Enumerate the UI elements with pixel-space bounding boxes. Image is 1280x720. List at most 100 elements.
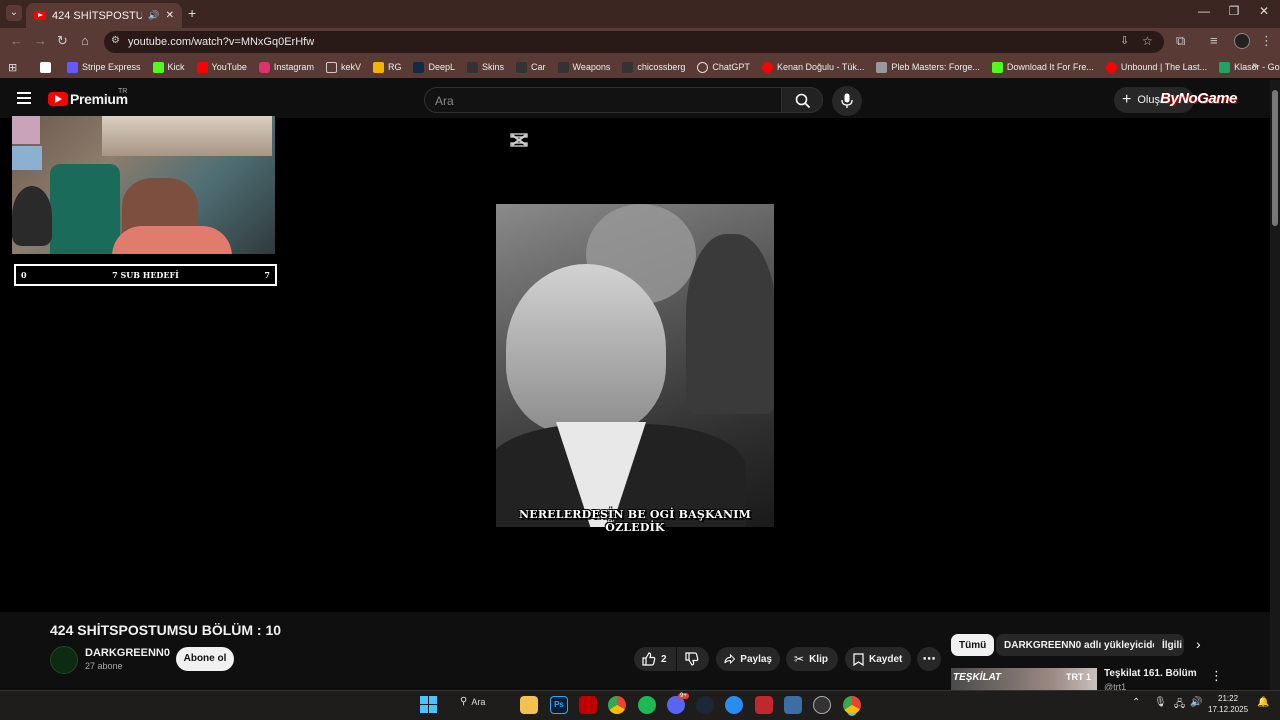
folder-icon [325, 61, 337, 73]
bookmark-item[interactable] [34, 61, 61, 73]
home-icon[interactable]: ⌂ [81, 33, 89, 48]
car-icon [516, 61, 528, 73]
bookmark-item[interactable]: DeepL [407, 61, 461, 73]
search-button[interactable] [781, 87, 823, 113]
extensions-icon[interactable]: ⧉ [1176, 33, 1185, 49]
reload-icon[interactable]: ↻ [57, 33, 68, 49]
voice-search-button[interactable] [832, 86, 862, 116]
bookmark-item[interactable]: Stripe Express [61, 61, 147, 73]
bookmark-item[interactable]: Instagram [253, 61, 320, 73]
bookmark-item[interactable]: Kenan Doğulu - Tük... [756, 61, 870, 73]
tab-active[interactable]: 424 SHİTSPOSTUMSU BÖLÜ 🔊 ✕ [26, 3, 182, 28]
search-icon: ⚲ [460, 696, 468, 707]
microphone-tray-icon[interactable]: 🎙 [1154, 697, 1167, 708]
photoshop-icon[interactable]: Ps [550, 696, 568, 714]
video-caption: NERELERDESİN BE OGİ BAŞKANIM ÖZLEDİK [519, 508, 751, 534]
reading-list-icon[interactable]: ≡ [1210, 33, 1218, 48]
recommendation-title[interactable]: Teşkilat 161. Bölüm [1104, 668, 1197, 679]
bookmark-item[interactable]: Kick [147, 61, 191, 73]
thumbnail-text: TEŞKİLAT [953, 672, 1002, 683]
dislike-button[interactable] [677, 647, 709, 671]
video-frame [496, 204, 774, 527]
bookmark-item[interactable]: RG [367, 61, 408, 73]
taskbar-search-label: Ara [471, 696, 486, 707]
minimize-button[interactable]: — [1194, 4, 1214, 18]
spotify-icon[interactable] [638, 696, 656, 714]
bookmark-star-icon[interactable]: ☆ [1142, 34, 1153, 48]
url-text: youtube.com/watch?v=MNxGq0ErHfw [128, 36, 315, 48]
tab-title: 424 SHİTSPOSTUMSU BÖLÜ [52, 9, 143, 22]
bookmark-item[interactable]: Klasör - Google Drive [1213, 61, 1280, 73]
app-blue-icon[interactable] [784, 696, 802, 714]
save-label: Kaydet [869, 653, 903, 665]
chip-all[interactable]: Tümü [951, 634, 995, 656]
new-tab-button[interactable]: + [188, 5, 196, 21]
youtube-logo-icon[interactable] [48, 92, 68, 106]
apps-grid-icon[interactable]: ⊞ [8, 61, 17, 74]
bookmark-item[interactable]: chicossberg [616, 61, 691, 73]
back-icon[interactable]: ← [10, 33, 23, 48]
install-app-icon[interactable]: ⇩ [1120, 34, 1129, 47]
audio-playing-icon[interactable]: 🔊 [148, 10, 159, 21]
search-input[interactable]: Ara [424, 87, 782, 113]
share-button[interactable]: Paylaş [716, 647, 780, 671]
more-bookmarks-icon[interactable]: » [1252, 60, 1258, 72]
steam-icon[interactable] [696, 696, 714, 714]
like-count: 2 [661, 653, 667, 665]
close-window-button[interactable]: ✕ [1254, 4, 1274, 18]
more-actions-icon[interactable]: ⋯ [917, 647, 941, 671]
recommendation-menu-icon[interactable]: ⋮ [1210, 668, 1223, 684]
background-person-image [686, 234, 774, 414]
recommendation-thumbnail[interactable]: TEŞKİLAT TRT 1 [951, 668, 1097, 690]
tab-search-button[interactable]: ⌄ [6, 5, 22, 21]
subscribe-button[interactable]: Abone ol [176, 647, 234, 671]
save-button[interactable]: Kaydet [845, 647, 911, 671]
windows-start-icon[interactable] [420, 696, 437, 713]
youtube-icon [761, 61, 773, 73]
channel-avatar[interactable] [50, 646, 78, 674]
scrollbar-thumb[interactable] [1272, 90, 1278, 226]
profile-avatar[interactable] [1234, 33, 1250, 49]
chevron-right-icon[interactable]: › [1196, 636, 1201, 652]
tray-overflow-icon[interactable]: ⌃ [1132, 697, 1140, 708]
url-bar[interactable]: ⚙ youtube.com/watch?v=MNxGq0ErHfw ⇩ ☆ [104, 31, 1164, 53]
chip-from-uploader[interactable]: DARKGREENN0 adlı yükleyiciden [996, 634, 1173, 656]
clock-date: 17.12.2025 [1208, 705, 1249, 714]
menu-kebab-icon[interactable]: ⋮ [1260, 33, 1273, 49]
p-icon [40, 61, 51, 73]
filezilla-icon[interactable] [579, 696, 597, 714]
bookmark-item[interactable]: Download It For Fre... [986, 61, 1100, 73]
app-red-icon[interactable] [755, 696, 773, 714]
obs-icon[interactable] [813, 696, 831, 714]
like-button[interactable]: 2 [634, 647, 676, 671]
clip-button[interactable]: ✂ Klip [786, 647, 838, 671]
channel-name[interactable]: DARKGREENN0 [85, 647, 170, 659]
forward-icon[interactable]: → [34, 33, 47, 48]
poster-image [12, 146, 42, 170]
taskbar-search[interactable]: ⚲ Ara [460, 696, 485, 707]
rg-icon [372, 61, 384, 73]
file-explorer-icon[interactable] [520, 696, 538, 714]
bookmark-item[interactable]: kekV [320, 61, 367, 73]
network-icon[interactable]: 🖧 [1174, 697, 1185, 714]
bookmarks-bar: ⊞ Stripe Express Kick YouTube Instagram … [0, 56, 1280, 78]
hamburger-menu-icon[interactable] [17, 92, 31, 94]
bookmark-item[interactable]: Pleb Masters: Forge... [870, 61, 986, 73]
chrome-icon[interactable] [608, 696, 626, 714]
app-c-icon[interactable] [725, 696, 743, 714]
thumbs-down-icon [685, 652, 699, 666]
bookmark-item[interactable]: YouTube [191, 61, 253, 73]
restore-button[interactable]: ❐ [1224, 4, 1244, 18]
tab-close-icon[interactable]: ✕ [166, 10, 174, 21]
site-info-icon[interactable]: ⚙ [111, 35, 120, 46]
chrome-active-icon[interactable] [843, 696, 861, 714]
bookmark-item[interactable]: ChatGPT [691, 61, 756, 73]
notification-icon[interactable]: 🔔 [1257, 697, 1269, 708]
chip-related[interactable]: İlgili [1154, 634, 1184, 656]
volume-icon[interactable]: 🔊 [1190, 697, 1202, 708]
bookmark-item[interactable]: Skins [461, 61, 510, 73]
bookmark-item[interactable]: Weapons [552, 61, 617, 73]
taskbar-clock[interactable]: 21:22 17.12.2025 [1208, 693, 1248, 715]
bookmark-item[interactable]: Unbound | The Last... [1100, 61, 1213, 73]
bookmark-item[interactable]: Car [510, 61, 552, 73]
